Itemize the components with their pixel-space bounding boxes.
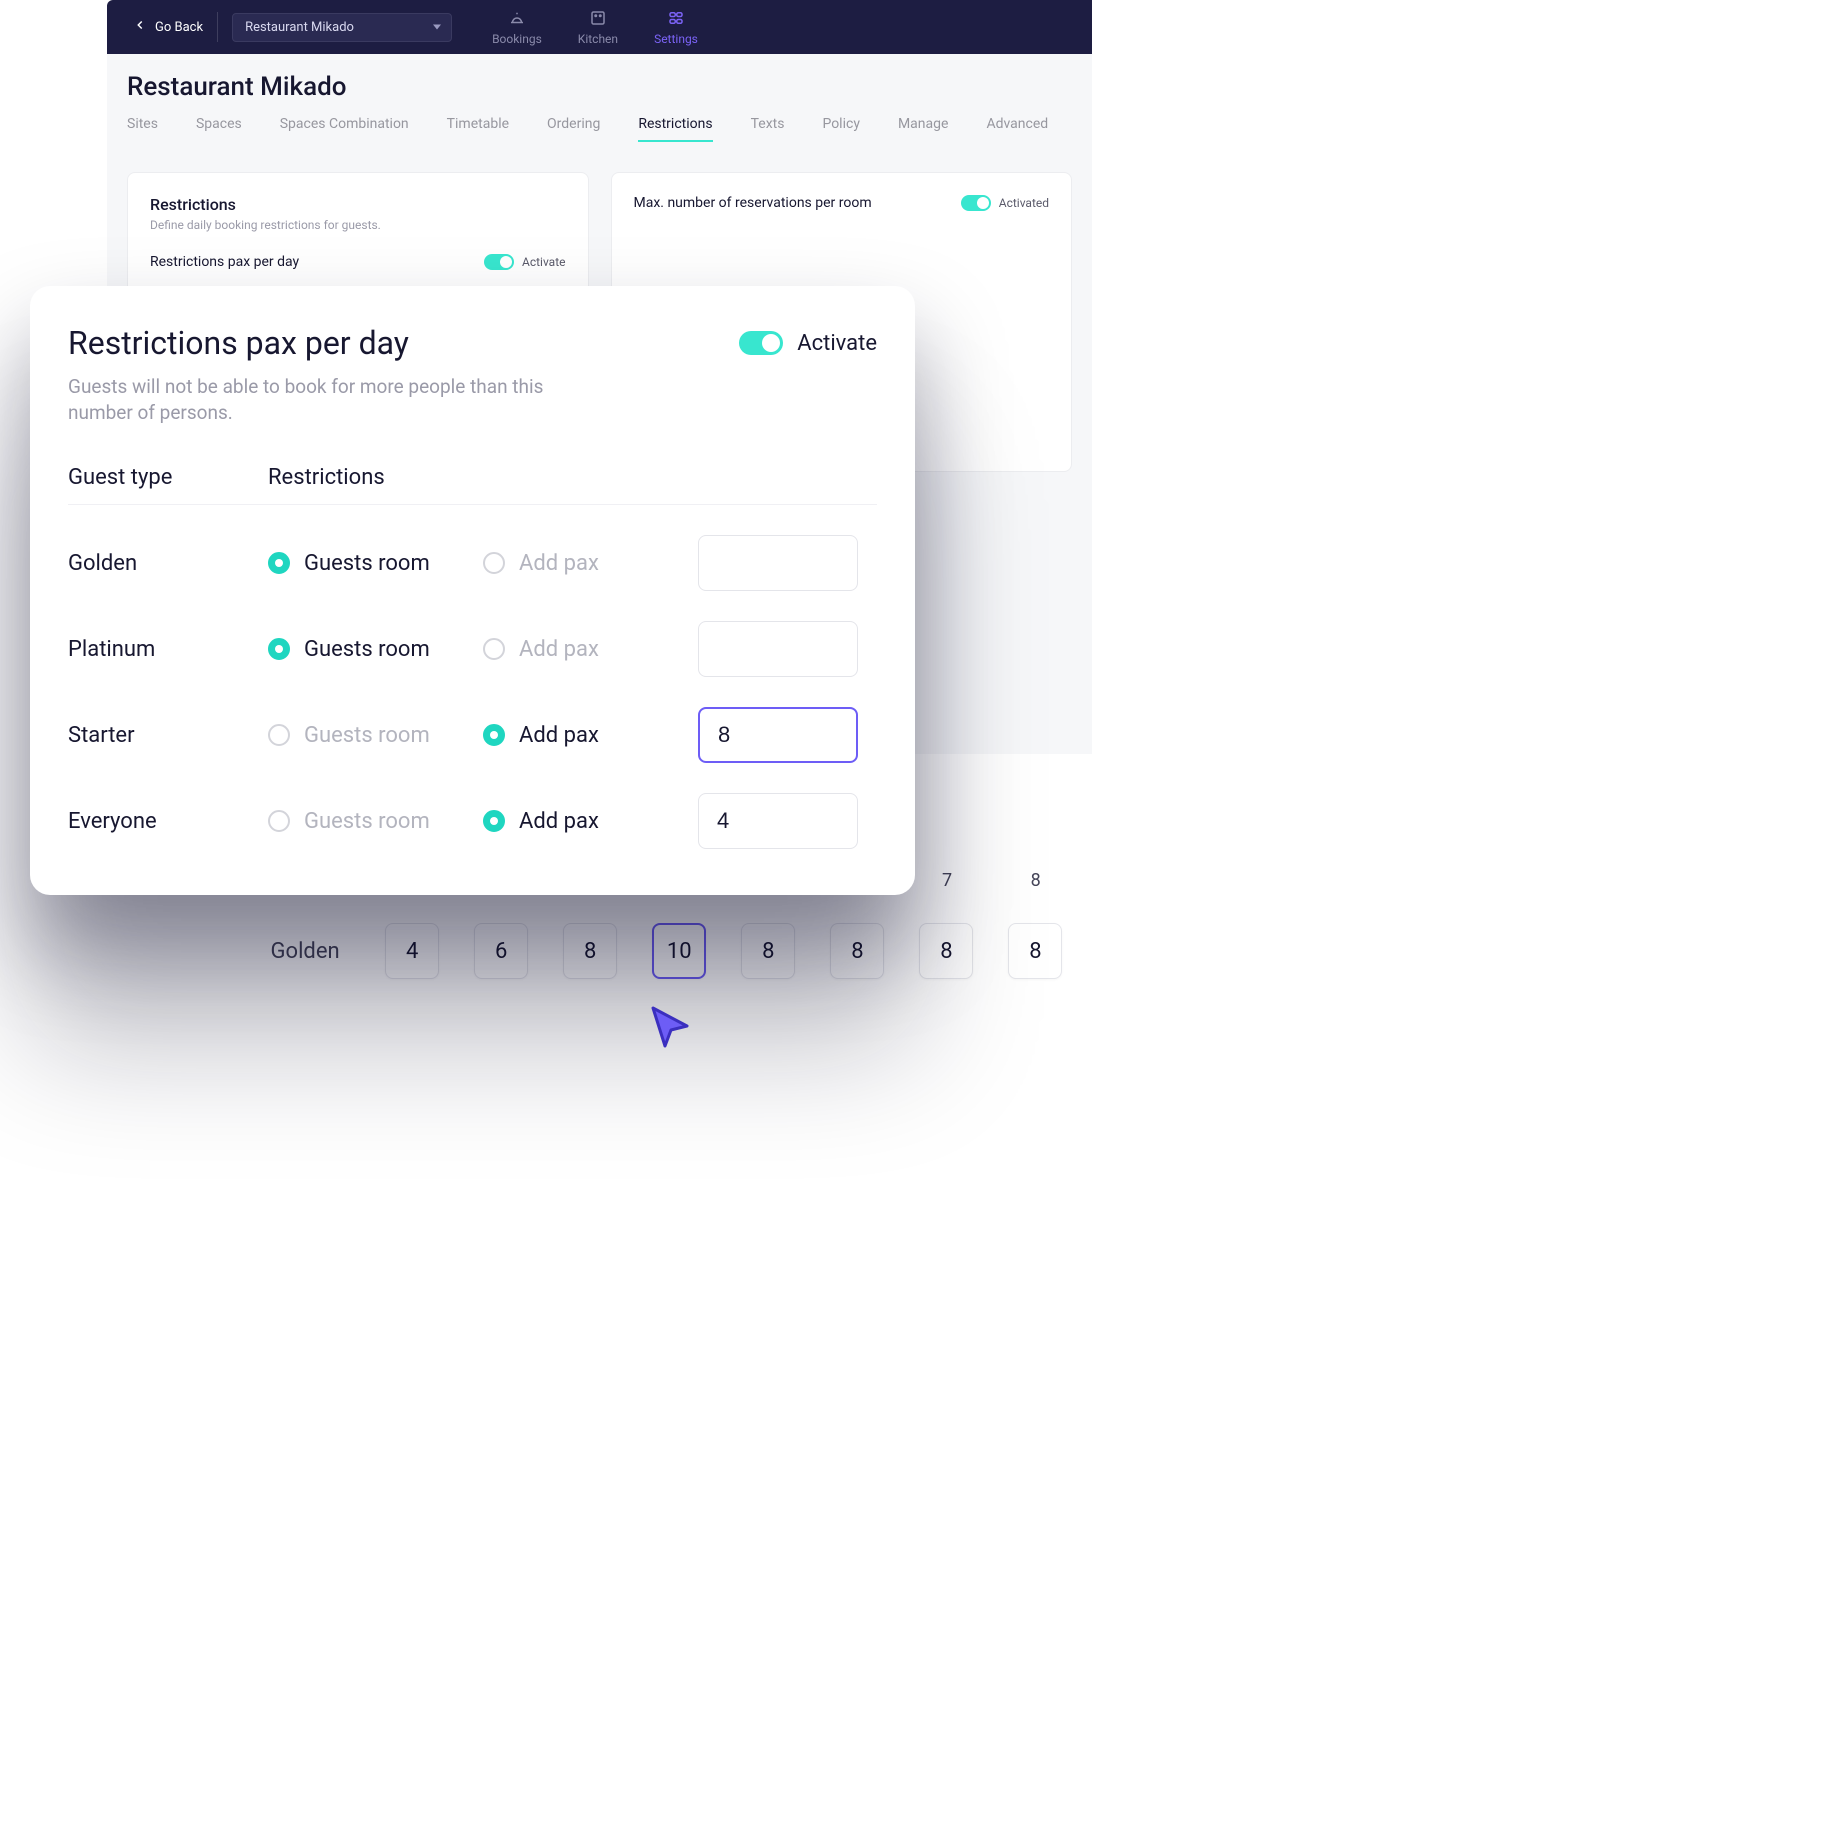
input-starter-pax[interactable] <box>698 707 858 763</box>
radio-starter-add-pax-label: Add pax <box>519 723 599 748</box>
radio-golden-add-pax-label: Add pax <box>519 551 599 576</box>
radio-platinum-guests-room-label: Guests room <box>304 637 430 662</box>
tick-8: 8 <box>991 870 1080 891</box>
restrictions-overlay: Restrictions pax per day Activate Guests… <box>30 286 915 895</box>
tab-spaces[interactable]: Spaces <box>196 116 242 142</box>
tab-timetable[interactable]: Timetable <box>447 116 509 142</box>
nav-bookings-label: Bookings <box>492 32 542 46</box>
input-golden-pax[interactable] <box>698 535 858 591</box>
overlay-activate-toggle[interactable] <box>739 331 783 355</box>
topbar: Go Back Restaurant Mikado Bookings Kitch… <box>107 0 1092 54</box>
radio-golden-add-pax[interactable] <box>483 552 505 574</box>
row-golden: Golden Guests room Add pax <box>68 535 877 591</box>
overlay-grid-header: Guest type Restrictions <box>68 465 877 505</box>
radio-everyone-add-pax[interactable] <box>483 810 505 832</box>
input-everyone-pax[interactable] <box>698 793 858 849</box>
section-title: Restrictions <box>150 195 566 214</box>
section-subtitle: Define daily booking restrictions for gu… <box>150 218 566 232</box>
chevron-left-icon <box>133 18 147 36</box>
nav-kitchen-label: Kitchen <box>578 32 618 46</box>
tabs: Sites Spaces Spaces Combination Timetabl… <box>127 116 1072 142</box>
row-starter-label: Starter <box>68 723 268 748</box>
overlay-activate-label: Activate <box>797 331 877 356</box>
stay-box-2[interactable]: 6 <box>474 923 528 979</box>
tab-ordering[interactable]: Ordering <box>547 116 600 142</box>
go-back-button[interactable]: Go Back <box>119 12 218 42</box>
card1-title: Restrictions pax per day <box>150 254 299 270</box>
nav-settings-label: Settings <box>654 32 698 46</box>
nav-kitchen[interactable]: Kitchen <box>578 9 618 46</box>
stay-box-8[interactable]: 8 <box>1008 923 1062 979</box>
go-back-label: Go Back <box>155 20 203 35</box>
nav-bookings[interactable]: Bookings <box>492 9 542 46</box>
stay-box-7[interactable]: 8 <box>919 923 973 979</box>
page-title: Restaurant Mikado <box>127 72 1072 102</box>
row-golden-label: Golden <box>68 551 268 576</box>
row-starter: Starter Guests room Add pax <box>68 707 877 763</box>
radio-golden-guests-room-label: Guests room <box>304 551 430 576</box>
tick-7: 7 <box>903 870 992 891</box>
radio-golden-guests-room[interactable] <box>268 552 290 574</box>
radio-platinum-add-pax-label: Add pax <box>519 637 599 662</box>
card1-toggle-label: Activate <box>522 255 566 269</box>
tab-policy[interactable]: Policy <box>822 116 860 142</box>
tab-advanced[interactable]: Advanced <box>986 116 1048 142</box>
tab-sites[interactable]: Sites <box>127 116 158 142</box>
radio-everyone-guests-room-label: Guests room <box>304 809 430 834</box>
radio-starter-guests-room[interactable] <box>268 724 290 746</box>
row-platinum-label: Platinum <box>68 637 268 662</box>
row-platinum: Platinum Guests room Add pax <box>68 621 877 677</box>
card2-title: Max. number of reservations per room <box>634 195 872 211</box>
radio-starter-add-pax[interactable] <box>483 724 505 746</box>
stove-icon <box>589 9 607 30</box>
radio-everyone-add-pax-label: Add pax <box>519 809 599 834</box>
row-everyone: Everyone Guests room Add pax <box>68 793 877 849</box>
restaurant-select-value: Restaurant Mikado <box>245 20 354 35</box>
card2-toggle[interactable] <box>961 195 991 211</box>
overlay-subtitle: Guests will not be able to book for more… <box>68 374 568 425</box>
col-guest-type: Guest type <box>68 465 268 490</box>
tab-texts[interactable]: Texts <box>751 116 785 142</box>
stay-box-4[interactable]: 10 <box>652 923 706 979</box>
tab-manage[interactable]: Manage <box>898 116 948 142</box>
radio-starter-guests-room-label: Guests room <box>304 723 430 748</box>
radio-platinum-add-pax[interactable] <box>483 638 505 660</box>
stay-box-6[interactable]: 8 <box>830 923 884 979</box>
overlay-title: Restrictions pax per day <box>68 324 409 362</box>
stay-box-3[interactable]: 8 <box>563 923 617 979</box>
tab-restrictions[interactable]: Restrictions <box>638 116 712 142</box>
card2-toggle-label: Activated <box>999 196 1049 210</box>
bell-icon <box>508 9 526 30</box>
col-restrictions: Restrictions <box>268 465 385 490</box>
row-everyone-label: Everyone <box>68 809 268 834</box>
stay-box-5[interactable]: 8 <box>741 923 795 979</box>
input-platinum-pax[interactable] <box>698 621 858 677</box>
settings-icon <box>667 9 685 30</box>
strip-guest-label: Golden <box>12 939 368 964</box>
nav-settings[interactable]: Settings <box>654 9 698 46</box>
card1-toggle[interactable] <box>484 254 514 270</box>
radio-everyone-guests-room[interactable] <box>268 810 290 832</box>
stay-box-1[interactable]: 4 <box>385 923 439 979</box>
restaurant-select[interactable]: Restaurant Mikado <box>232 13 452 42</box>
tab-spaces-combination[interactable]: Spaces Combination <box>280 116 409 142</box>
strip-row-golden: Golden 4 6 8 10 8 8 8 8 <box>12 923 1080 979</box>
topnav: Bookings Kitchen Settings <box>492 9 698 46</box>
radio-platinum-guests-room[interactable] <box>268 638 290 660</box>
cursor-icon <box>643 1000 695 1056</box>
